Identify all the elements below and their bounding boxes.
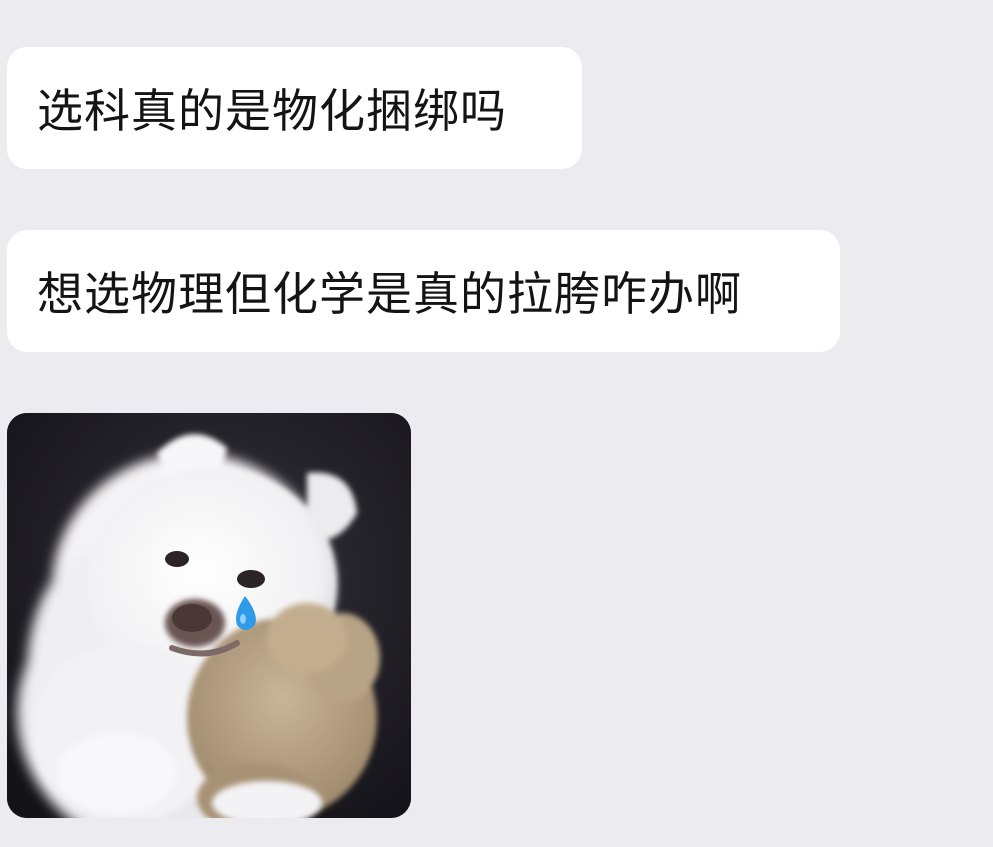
- sticker-message[interactable]: [7, 413, 411, 818]
- message-bubble[interactable]: 选科真的是物化捆绑吗: [7, 47, 582, 169]
- message-text: 选科真的是物化捆绑吗: [37, 84, 507, 138]
- crying-puppy-sticker-icon: [7, 413, 411, 818]
- message-text: 想选物理但化学是真的拉胯咋办啊: [37, 267, 742, 321]
- message-bubble[interactable]: 想选物理但化学是真的拉胯咋办啊: [7, 230, 840, 352]
- chat-message-list: 选科真的是物化捆绑吗 想选物理但化学是真的拉胯咋办啊: [0, 0, 993, 847]
